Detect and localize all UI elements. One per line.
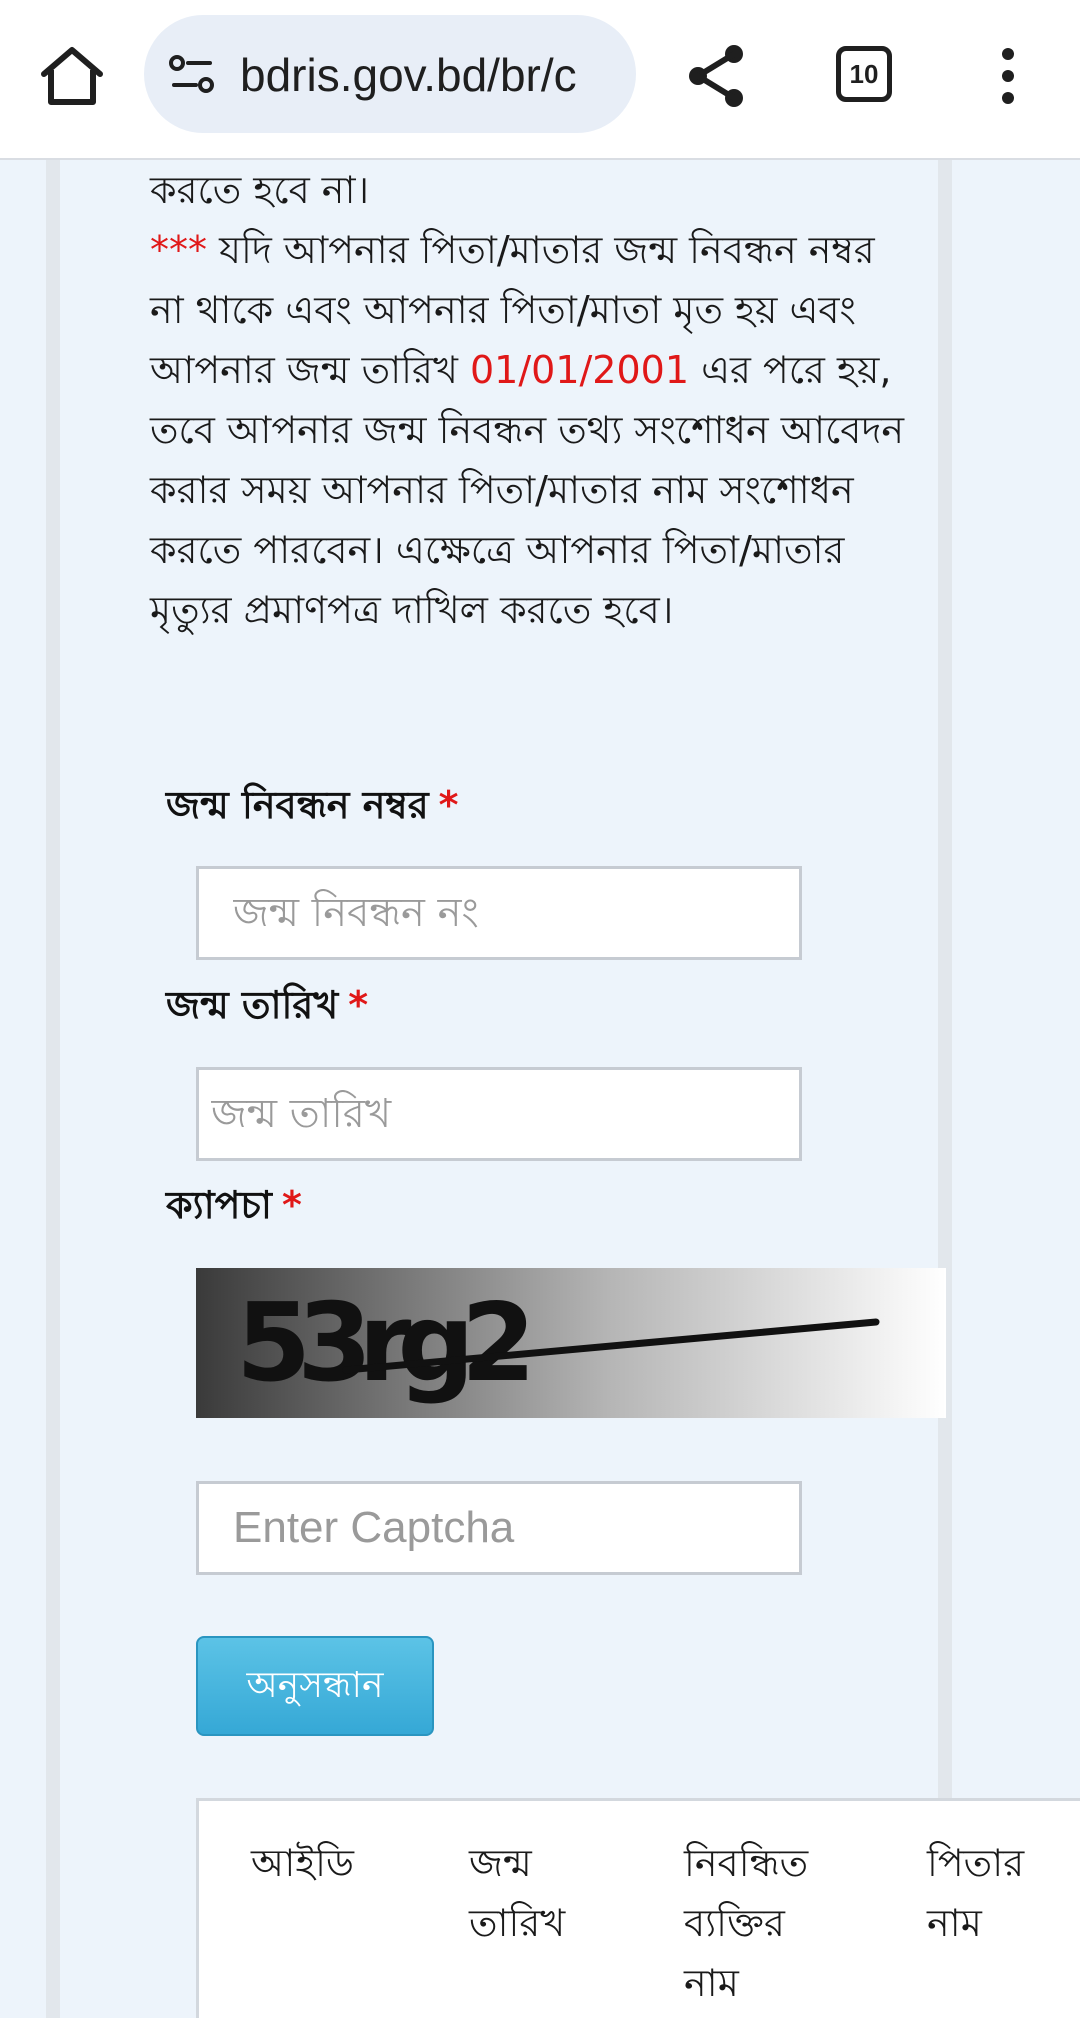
dob-label-text: জন্ম তারিখ — [166, 983, 339, 1027]
right-column-border — [938, 160, 952, 2018]
captcha-image: 53rg2 — [196, 1268, 946, 1418]
captcha-label-text: ক্যাপচা — [166, 1183, 272, 1227]
required-mark: * — [438, 783, 459, 827]
tab-switcher-button[interactable]: 10 — [836, 46, 892, 102]
home-icon[interactable] — [36, 40, 108, 112]
notice-stars: *** — [150, 228, 207, 272]
captcha-text: 53rg2 — [236, 1281, 527, 1406]
table-header-father-name: পিতার নাম — [927, 1841, 1025, 1945]
notice-text: করতে হবে না। *** যদি আপনার পিতা/মাতার জন… — [150, 160, 910, 640]
table-header-id: আইডি — [251, 1841, 354, 1885]
brn-label-text: জন্ম নিবন্ধন নম্বর — [166, 783, 429, 827]
table-header-dob: জন্ম তারিখ — [469, 1841, 566, 1945]
results-table: আইডি জন্ম তারিখ নিবন্ধিত ব্যক্তির নাম পি… — [196, 1798, 1080, 2018]
dob-label: জন্ম তারিখ * — [166, 980, 368, 1030]
notice-paragraph: *** যদি আপনার পিতা/মাতার জন্ম নিবন্ধন নম… — [150, 220, 910, 640]
required-mark: * — [281, 1183, 302, 1227]
url-text[interactable]: bdris.gov.bd/br/c — [240, 45, 620, 105]
browser-toolbar: bdris.gov.bd/br/c 10 — [0, 0, 1080, 160]
brn-label: জন্ম নিবন্ধন নম্বর * — [166, 780, 459, 830]
address-bar[interactable]: bdris.gov.bd/br/c — [144, 15, 636, 133]
share-icon[interactable] — [680, 40, 752, 112]
brn-input[interactable] — [196, 866, 802, 960]
required-mark: * — [348, 983, 369, 1027]
overflow-menu-icon[interactable] — [984, 40, 1032, 112]
left-column-border — [46, 160, 60, 2018]
dob-input[interactable] — [196, 1067, 802, 1161]
notice-line-1: করতে হবে না। — [150, 168, 370, 212]
site-settings-icon[interactable] — [168, 53, 216, 97]
captcha-input[interactable] — [196, 1481, 802, 1575]
table-header-registered-name: নিবন্ধিত ব্যক্তির নাম — [684, 1841, 809, 2005]
notice-date: 01/01/2001 — [469, 348, 690, 392]
search-button[interactable]: অনুসন্ধান — [196, 1636, 434, 1736]
captcha-label: ক্যাপচা * — [166, 1180, 302, 1230]
